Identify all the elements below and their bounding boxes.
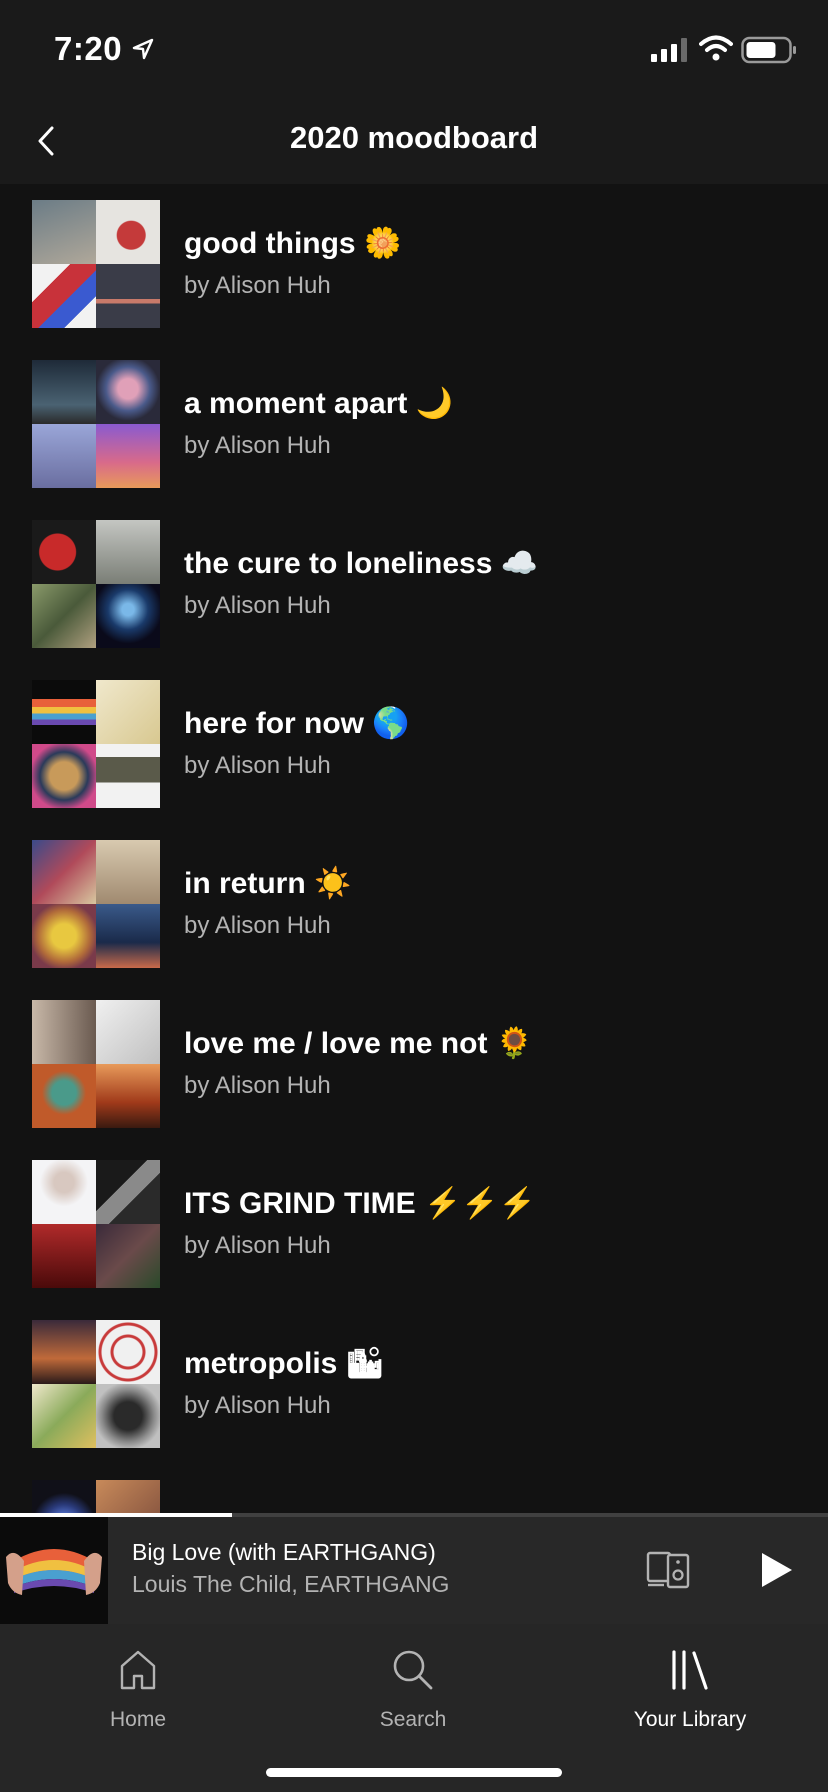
playlist-owner: by Alison Huh <box>184 1072 331 1099</box>
tab-your-library[interactable]: Your Library <box>590 1638 790 1738</box>
playlist-owner: by Alison Huh <box>184 1392 331 1419</box>
album-art-tile <box>32 680 96 744</box>
playlist-owner: by Alison Huh <box>184 1232 331 1259</box>
status-bar: 7:20 <box>0 0 828 96</box>
playlist-row[interactable]: the cure to loneliness ☁️ by Alison Huh <box>0 504 828 664</box>
playlist-row[interactable]: ITS GRIND TIME ⚡️⚡️⚡️ by Alison Huh <box>0 1144 828 1304</box>
playlist-list[interactable]: good things 🌼 by Alison Huh a moment apa… <box>0 184 828 1516</box>
album-art-tile <box>32 424 96 488</box>
library-icon <box>672 1650 708 1690</box>
album-art-tile <box>32 520 96 584</box>
playlist-title: good things 🌼 <box>184 227 402 260</box>
album-art-tile <box>96 520 160 584</box>
now-playing-bar[interactable]: Big Love (with EARTHGANG) Louis The Chil… <box>0 1517 828 1624</box>
album-art-tile <box>32 1000 96 1064</box>
album-art-tile <box>96 1160 160 1224</box>
album-art-tile <box>32 840 96 904</box>
tab-label: Home <box>109 1708 167 1731</box>
playlist-owner: by Alison Huh <box>184 752 331 779</box>
playlist-title: here for now 🌎 <box>184 707 410 740</box>
album-art-tile <box>32 360 96 424</box>
playlist-title: love me / love me not 🌻 <box>184 1027 534 1060</box>
playlist-cover-mosaic <box>32 840 160 968</box>
page-title: 2020 moodboard <box>289 120 539 155</box>
playlist-title: ITS GRIND TIME ⚡️⚡️⚡️ <box>184 1187 537 1220</box>
location-arrow-icon <box>132 38 154 60</box>
search-icon <box>393 1650 433 1690</box>
playlist-row[interactable]: here for now 🌎 by Alison Huh <box>0 664 828 824</box>
album-art-tile <box>96 424 160 488</box>
playlist-owner: by Alison Huh <box>184 432 331 459</box>
tab-home[interactable]: Home <box>38 1638 238 1738</box>
home-icon <box>120 1650 156 1690</box>
devices-icon[interactable] <box>646 1549 692 1589</box>
album-art-tile <box>96 1064 160 1128</box>
album-art-tile <box>32 744 96 808</box>
bottom-tab-bar: Home Search Your Library <box>0 1624 828 1792</box>
album-art-tile <box>96 360 160 424</box>
status-time: 7:20 <box>54 30 123 67</box>
album-art-image <box>0 1517 108 1624</box>
album-art-tile <box>96 904 160 968</box>
playlist-title: a moment apart 🌙 <box>184 387 454 420</box>
album-art-tile <box>96 1224 160 1288</box>
album-art-tile <box>32 1320 96 1384</box>
playlist-title: metropolis 🏙 <box>184 1347 384 1380</box>
album-art-tile <box>96 584 160 648</box>
album-art-tile <box>96 744 160 808</box>
tab-label: Your Library <box>633 1708 747 1731</box>
now-playing-title[interactable]: Big Love (with EARTHGANG) <box>132 1539 436 1566</box>
home-indicator[interactable] <box>266 1768 562 1777</box>
playlist-title: the cure to loneliness ☁️ <box>184 547 539 580</box>
playlist-cover-mosaic <box>32 1160 160 1288</box>
play-icon[interactable] <box>760 1551 794 1589</box>
album-art-tile <box>32 1160 96 1224</box>
album-art-tile <box>32 1384 96 1448</box>
album-art-tile <box>96 200 160 264</box>
playlist-cover-mosaic <box>32 1480 160 1516</box>
album-art-tile <box>32 264 96 328</box>
tab-label: Search <box>379 1708 447 1731</box>
album-art-tile <box>32 904 96 968</box>
playlist-owner: by Alison Huh <box>184 272 331 299</box>
now-playing-album-art <box>0 1517 108 1624</box>
playlist-owner: by Alison Huh <box>184 912 331 939</box>
album-art-tile <box>96 264 160 328</box>
now-playing-artist[interactable]: Louis The Child, EARTHGANG <box>132 1571 449 1598</box>
album-art-tile <box>96 1384 160 1448</box>
album-art-tile <box>32 200 96 264</box>
album-art-tile <box>32 1064 96 1128</box>
playlist-owner: by Alison Huh <box>184 592 331 619</box>
wifi-icon <box>699 35 733 61</box>
playlist-row[interactable]: good things 🌼 by Alison Huh <box>0 184 828 344</box>
playlist-cover-mosaic <box>32 680 160 808</box>
playlist-row[interactable]: metropolis 🏙 by Alison Huh <box>0 1304 828 1464</box>
tab-search[interactable]: Search <box>313 1638 513 1738</box>
album-art-tile <box>96 680 160 744</box>
album-art-tile <box>96 1320 160 1384</box>
playlist-folder-header: 2020 moodboard <box>0 96 828 184</box>
battery-icon <box>741 36 796 64</box>
playlist-cover-mosaic <box>32 1000 160 1128</box>
playlist-title: in return ☀️ <box>184 867 352 900</box>
album-art-tile <box>96 1000 160 1064</box>
cellular-signal-icon <box>651 38 687 62</box>
playlist-row[interactable] <box>0 1464 828 1516</box>
playlist-cover-mosaic <box>32 1320 160 1448</box>
playlist-row[interactable]: a moment apart 🌙 by Alison Huh <box>0 344 828 504</box>
playlist-cover-mosaic <box>32 520 160 648</box>
album-art-tile <box>96 1480 160 1516</box>
playlist-cover-mosaic <box>32 360 160 488</box>
album-art-tile <box>32 1480 96 1516</box>
playlist-row[interactable]: in return ☀️ by Alison Huh <box>0 824 828 984</box>
album-art-tile <box>32 1224 96 1288</box>
album-art-tile <box>96 840 160 904</box>
playlist-row[interactable]: love me / love me not 🌻 by Alison Huh <box>0 984 828 1144</box>
album-art-tile <box>32 584 96 648</box>
playlist-cover-mosaic <box>32 200 160 328</box>
